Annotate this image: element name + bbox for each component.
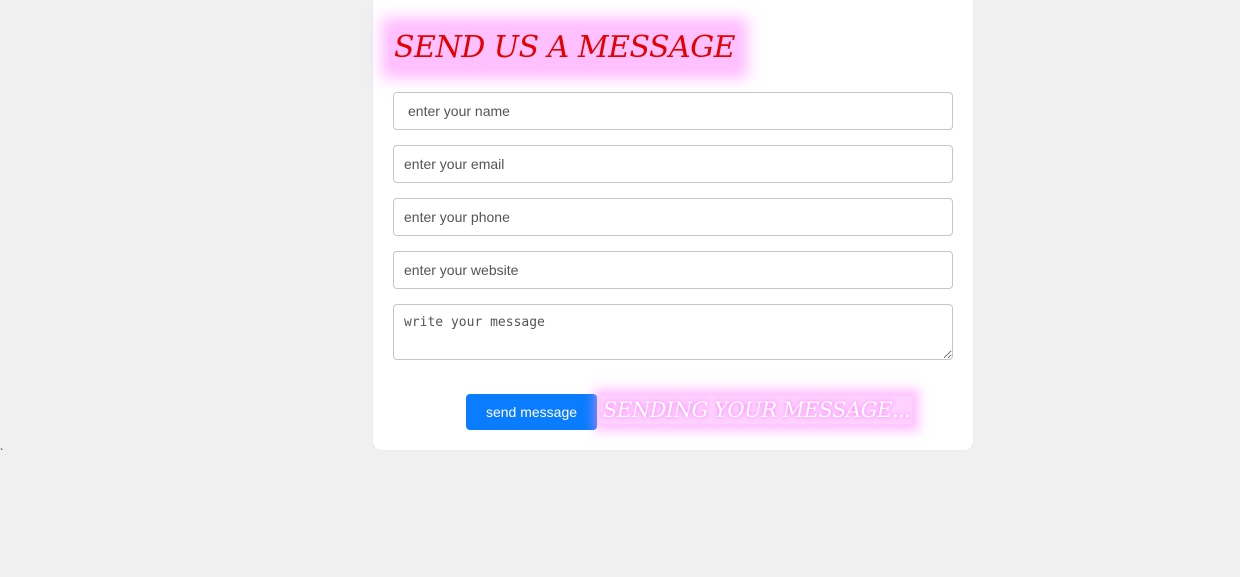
name-input[interactable] [393,92,953,130]
sending-status-text: SENDING YOUR MESSAGE... [601,396,913,424]
message-textarea[interactable] [393,304,953,360]
phone-input[interactable] [393,198,953,236]
form-title: SEND US A MESSAGE [392,28,738,68]
website-input[interactable] [393,251,953,289]
send-message-button[interactable]: send message [466,394,597,430]
email-input[interactable] [393,145,953,183]
stray-text-mark: ` [0,448,4,459]
